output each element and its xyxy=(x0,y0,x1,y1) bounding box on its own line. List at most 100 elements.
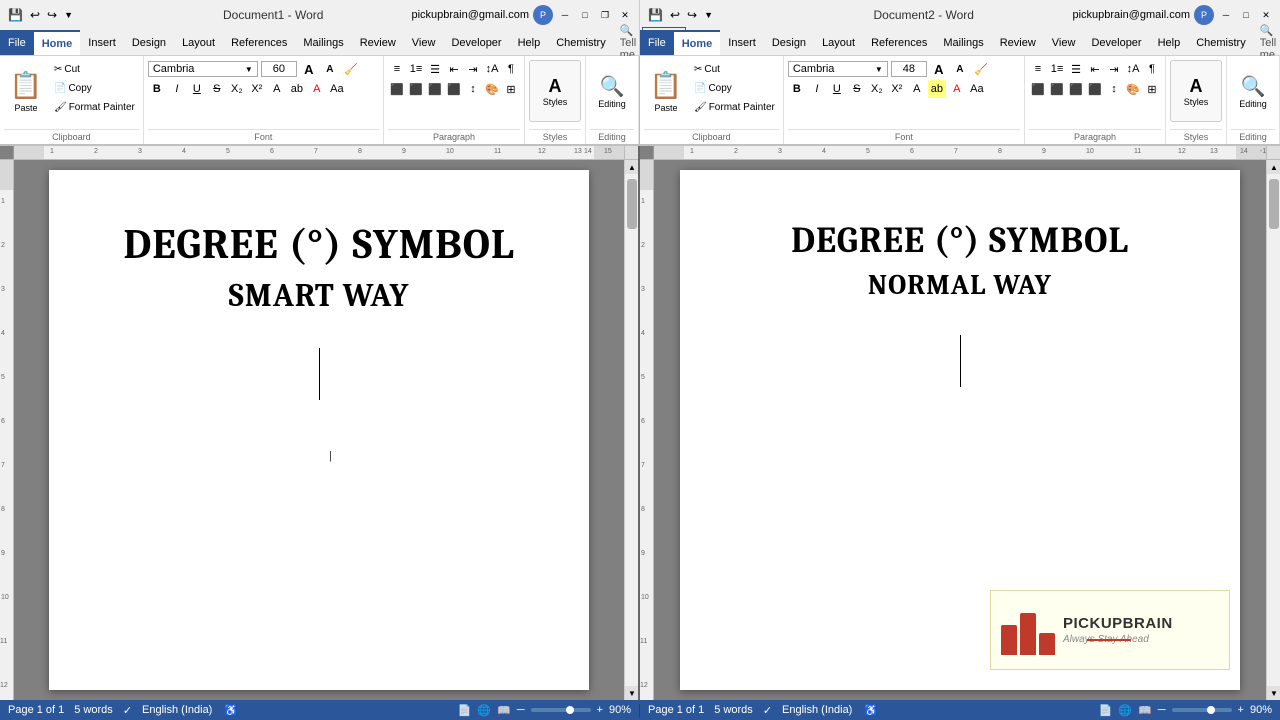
left-tab-references[interactable]: References xyxy=(223,30,295,55)
left-strikethrough-btn[interactable]: S xyxy=(208,80,226,98)
left-multilevel-btn[interactable]: ☰ xyxy=(426,60,444,78)
right-italic-btn[interactable]: I xyxy=(808,80,826,98)
left-font-size-box[interactable]: 60 xyxy=(261,61,297,77)
right-underline-btn[interactable]: U xyxy=(828,80,846,98)
right-copy-btn[interactable]: 📄Copy xyxy=(690,79,779,97)
right-redo-icon[interactable]: ↪ xyxy=(685,6,699,24)
left-sort-btn[interactable]: ↕A xyxy=(483,60,501,78)
right-tab-file[interactable]: File xyxy=(640,30,674,55)
right-align-left-btn[interactable]: ⬛ xyxy=(1029,80,1047,98)
left-editing-btn[interactable]: 🔍 Editing xyxy=(590,60,634,122)
left-font-selector[interactable]: Cambria ▼ xyxy=(148,61,258,77)
format-painter-btn[interactable]: 🖌Format Painter xyxy=(50,98,139,116)
left-tab-help[interactable]: Help xyxy=(510,30,549,55)
right-text-highlight-btn[interactable]: ab xyxy=(928,80,946,98)
right-bullets-btn[interactable]: ≡ xyxy=(1029,60,1047,78)
left-change-case-btn[interactable]: Aa xyxy=(328,80,346,98)
left-line-spacing-btn[interactable]: ↕ xyxy=(464,80,482,98)
left-clear-format-btn[interactable]: 🧹 xyxy=(342,60,360,78)
left-zoom-slider[interactable] xyxy=(531,708,591,712)
left-superscript-btn[interactable]: X² xyxy=(248,80,266,98)
left-styles-btn[interactable]: A Styles xyxy=(529,60,581,122)
left-shrink-font-btn[interactable]: A xyxy=(321,60,339,78)
left-tab-layout[interactable]: Layout xyxy=(174,30,223,55)
right-font-size-box[interactable]: 48 xyxy=(891,61,927,77)
left-view-web-btn[interactable]: 🌐 xyxy=(477,704,491,717)
left-view-print-btn[interactable]: 📄 xyxy=(458,704,472,717)
right-cut-btn[interactable]: ✂Cut xyxy=(690,60,779,78)
right-tab-design[interactable]: Design xyxy=(764,30,814,55)
left-zoom-out-btn[interactable]: ─ xyxy=(517,704,525,716)
right-zoom-in-btn[interactable]: + xyxy=(1238,704,1244,716)
right-scroll-up-btn[interactable]: ▲ xyxy=(1267,160,1280,174)
right-text-effects-btn[interactable]: A xyxy=(908,80,926,98)
right-shrink-font-btn[interactable]: A xyxy=(951,60,969,78)
right-spell-check-icon[interactable]: ✓ xyxy=(763,704,772,717)
left-spell-check-icon[interactable]: ✓ xyxy=(123,704,132,717)
right-view-web-btn[interactable]: 🌐 xyxy=(1118,704,1132,717)
right-styles-btn[interactable]: A Styles xyxy=(1170,60,1222,122)
right-align-right-btn[interactable]: ⬛ xyxy=(1067,80,1085,98)
left-borders-btn[interactable]: ⊞ xyxy=(502,80,520,98)
right-scroll-thumb[interactable] xyxy=(1269,179,1279,229)
right-accessibility-icon[interactable]: ♿ xyxy=(864,704,878,717)
right-undo-icon[interactable]: ↩ xyxy=(668,6,682,24)
right-tab-help[interactable]: Help xyxy=(1150,30,1189,55)
left-scroll-down-btn[interactable]: ▼ xyxy=(625,686,638,700)
right-tab-insert[interactable]: Insert xyxy=(720,30,764,55)
right-minimize-btn[interactable]: ─ xyxy=(1218,7,1234,23)
right-multilevel-btn[interactable]: ☰ xyxy=(1067,60,1085,78)
left-align-center-btn[interactable]: ⬛ xyxy=(407,80,425,98)
right-paste-btn[interactable]: 📋 Paste xyxy=(644,60,688,122)
right-justify-btn[interactable]: ⬛ xyxy=(1086,80,1104,98)
left-align-left-btn[interactable]: ⬛ xyxy=(388,80,406,98)
right-tab-chemistry[interactable]: Chemistry xyxy=(1188,30,1254,55)
right-scrollbar[interactable]: ▲ ▼ xyxy=(1266,160,1280,700)
right-tab-home[interactable]: Home xyxy=(674,30,721,55)
right-increase-indent-btn[interactable]: ⇥ xyxy=(1105,60,1123,78)
left-tab-chemistry[interactable]: Chemistry xyxy=(548,30,614,55)
right-tab-developer[interactable]: Developer xyxy=(1083,30,1149,55)
right-font-selector[interactable]: Cambria ▼ xyxy=(788,61,888,77)
left-tab-insert[interactable]: Insert xyxy=(80,30,124,55)
right-zoom-slider[interactable] xyxy=(1172,708,1232,712)
right-align-center-btn[interactable]: ⬛ xyxy=(1048,80,1066,98)
left-decrease-indent-btn[interactable]: ⇤ xyxy=(445,60,463,78)
redo-icon[interactable]: ↪ xyxy=(45,6,59,24)
left-tab-review[interactable]: Review xyxy=(352,30,404,55)
right-decrease-indent-btn[interactable]: ⇤ xyxy=(1086,60,1104,78)
right-sort-btn[interactable]: ↕A xyxy=(1124,60,1142,78)
right-clear-format-btn[interactable]: 🧹 xyxy=(972,60,990,78)
left-tab-home[interactable]: Home xyxy=(34,30,81,55)
left-restore-btn[interactable]: ❐ xyxy=(597,7,613,23)
right-tab-mailings[interactable]: Mailings xyxy=(935,30,991,55)
left-tab-developer[interactable]: Developer xyxy=(443,30,509,55)
left-align-right-btn[interactable]: ⬛ xyxy=(426,80,444,98)
left-underline-btn[interactable]: U xyxy=(188,80,206,98)
right-view-read-btn[interactable]: 📖 xyxy=(1138,704,1152,717)
left-justify-btn[interactable]: ⬛ xyxy=(445,80,463,98)
right-customize-icon[interactable]: ▼ xyxy=(702,8,715,22)
left-show-marks-btn[interactable]: ¶ xyxy=(502,60,520,78)
left-shading-btn[interactable]: 🎨 xyxy=(483,80,501,98)
right-maximize-btn[interactable]: □ xyxy=(1238,7,1254,23)
cut-btn[interactable]: ✂Cut xyxy=(50,60,139,78)
left-grow-font-btn[interactable]: A xyxy=(300,60,318,78)
right-editing-btn[interactable]: 🔍 Editing xyxy=(1231,60,1275,122)
right-tab-view[interactable]: View xyxy=(1044,30,1084,55)
left-scroll-up-btn[interactable]: ▲ xyxy=(625,160,638,174)
right-font-color-btn[interactable]: A xyxy=(948,80,966,98)
left-view-read-btn[interactable]: 📖 xyxy=(497,704,511,717)
right-zoom-thumb[interactable] xyxy=(1207,706,1215,714)
right-scroll-area[interactable]: DEGREE (°) SYMBOL NORMAL WAY xyxy=(654,160,1266,700)
save-icon[interactable]: 💾 xyxy=(6,6,25,24)
left-bullets-btn[interactable]: ≡ xyxy=(388,60,406,78)
right-tab-layout[interactable]: Layout xyxy=(814,30,863,55)
copy-btn[interactable]: 📄Copy xyxy=(50,79,139,97)
left-zoom-in-btn[interactable]: + xyxy=(597,704,603,716)
right-line-spacing-btn[interactable]: ↕ xyxy=(1105,80,1123,98)
left-text-highlight-btn[interactable]: ab xyxy=(288,80,306,98)
left-scroll-thumb[interactable] xyxy=(627,179,637,229)
customize-icon[interactable]: ▼ xyxy=(62,8,75,22)
right-subscript-btn[interactable]: X₂ xyxy=(868,80,886,98)
